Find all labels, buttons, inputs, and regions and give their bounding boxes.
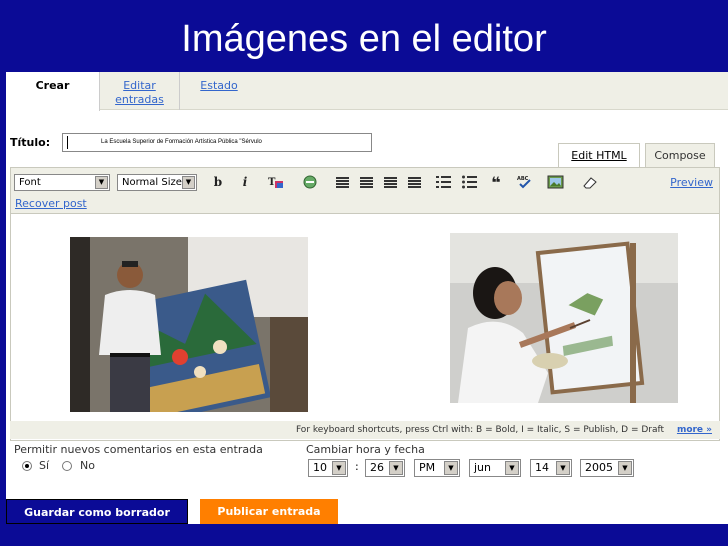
link-button[interactable] (301, 174, 319, 191)
tab-editar-entradas[interactable]: Editar entradas (100, 72, 180, 110)
svg-text:T: T (268, 177, 276, 188)
align-center-button[interactable] (357, 174, 375, 191)
editor-toolbar: Font ▼ Normal Size ▼ b i T ❝ ABC Preview… (11, 168, 719, 214)
year-value: 2005 (585, 461, 613, 474)
text-caret (67, 136, 68, 149)
comments-yes-label: Sí (39, 459, 50, 472)
italic-button[interactable]: i (236, 174, 254, 191)
chevron-down-icon: ▼ (332, 461, 346, 475)
blogger-editor-screenshot: Crear Editar entradas Estado Título: La … (6, 72, 728, 524)
comments-no-radio[interactable] (62, 461, 72, 471)
spellcheck-button[interactable]: ABC (516, 174, 534, 191)
post-image-girl-painting[interactable] (450, 233, 678, 403)
remove-formatting-button[interactable] (581, 174, 599, 191)
blockquote-button[interactable]: ❝ (487, 174, 505, 191)
post-title-label: Título: (10, 136, 51, 149)
more-shortcuts-link[interactable]: more » (677, 425, 712, 435)
preview-link[interactable]: Preview (670, 176, 713, 189)
svg-text:ABC: ABC (517, 176, 529, 182)
slide-bottom-bar (0, 524, 728, 546)
spellcheck-icon: ABC (517, 176, 531, 189)
keyboard-shortcuts-hint: For keyboard shortcuts, press Ctrl with:… (10, 421, 720, 439)
justify-icon (407, 177, 421, 179)
blockquote-icon: ❝ (491, 173, 501, 192)
text-color-icon: T (268, 177, 283, 188)
save-draft-button[interactable]: Guardar como borrador (6, 499, 188, 524)
publish-post-button[interactable]: Publicar entrada (200, 499, 338, 524)
size-select[interactable]: Normal Size ▼ (117, 174, 197, 191)
image-button[interactable] (547, 174, 565, 191)
tab-compose[interactable]: Compose (645, 143, 715, 167)
top-tabs: Crear Editar entradas Estado (6, 72, 728, 111)
bullet-list-icon (462, 175, 477, 189)
link-icon (303, 175, 317, 189)
ampm-select[interactable]: PM ▼ (414, 459, 460, 477)
year-select[interactable]: 2005 ▼ (580, 459, 634, 477)
bold-button[interactable]: b (209, 174, 227, 191)
minute-value: 26 (370, 461, 384, 474)
hour-select[interactable]: 10 ▼ (308, 459, 348, 477)
slide-banner: Imágenes en el editor (0, 0, 728, 72)
comments-no-label: No (80, 459, 95, 472)
day-value: 14 (535, 461, 549, 474)
chevron-down-icon: ▼ (556, 461, 570, 475)
bullet-list-button[interactable] (461, 174, 479, 191)
comments-label: Permitir nuevos comentarios en esta entr… (14, 443, 263, 456)
tab-edit-html[interactable]: Edit HTML (558, 143, 640, 167)
size-select-value: Normal Size (122, 177, 182, 188)
align-right-button[interactable] (381, 174, 399, 191)
post-title-value: La Escuela Superior de Formación Artísti… (101, 139, 262, 145)
chevron-down-icon: ▼ (182, 176, 195, 189)
day-select[interactable]: 14 ▼ (530, 459, 572, 477)
minute-select[interactable]: 26 ▼ (365, 459, 405, 477)
month-select[interactable]: jun ▼ (469, 459, 521, 477)
eraser-icon (583, 177, 597, 189)
numbered-list-button[interactable] (435, 174, 453, 191)
align-center-icon (359, 177, 373, 179)
shortcuts-text: For keyboard shortcuts, press Ctrl with:… (295, 425, 665, 435)
chevron-down-icon: ▼ (618, 461, 632, 475)
image-icon (547, 175, 564, 189)
hour-value: 10 (313, 461, 327, 474)
align-left-icon (335, 177, 349, 179)
tab-crear[interactable]: Crear (6, 72, 100, 111)
chevron-down-icon: ▼ (505, 461, 519, 475)
chevron-down-icon: ▼ (444, 461, 458, 475)
comments-yes-radio[interactable] (22, 461, 32, 471)
font-select[interactable]: Font ▼ (14, 174, 110, 191)
datetime-label: Cambiar hora y fecha (306, 443, 425, 456)
text-color-button[interactable]: T (267, 174, 285, 191)
recover-post-link[interactable]: Recover post (15, 197, 87, 210)
align-left-button[interactable] (333, 174, 351, 191)
tab-estado[interactable]: Estado (180, 72, 258, 110)
chevron-down-icon: ▼ (389, 461, 403, 475)
chevron-down-icon: ▼ (95, 176, 108, 189)
numbered-list-icon (436, 176, 451, 188)
post-title-input[interactable]: La Escuela Superior de Formación Artísti… (62, 133, 372, 152)
ampm-value: PM (419, 461, 436, 474)
post-image-artist-with-painting[interactable] (70, 237, 308, 412)
month-value: jun (474, 461, 491, 474)
slide-title: Imágenes en el editor (181, 18, 547, 60)
align-right-icon (383, 177, 397, 179)
time-separator: : (355, 460, 359, 473)
font-select-value: Font (19, 177, 41, 188)
justify-button[interactable] (405, 174, 423, 191)
